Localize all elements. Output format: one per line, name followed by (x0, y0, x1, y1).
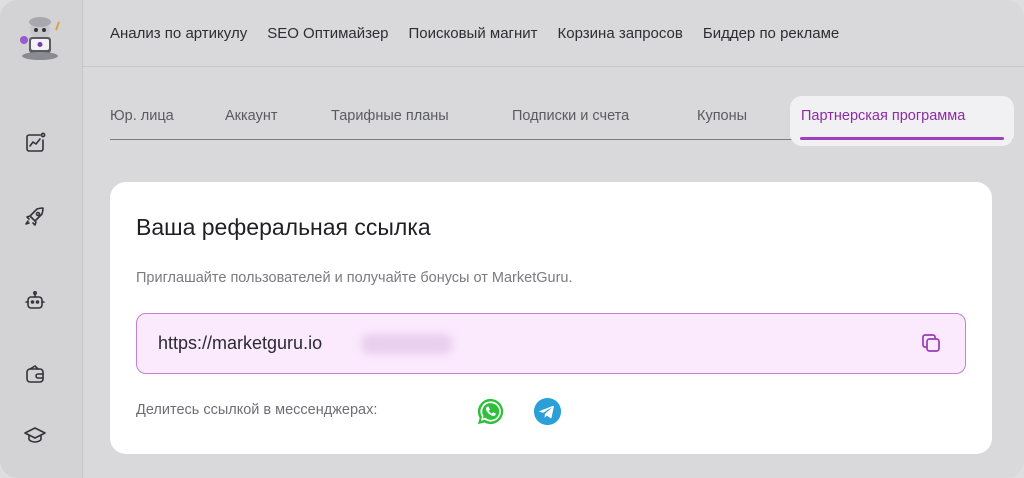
referral-link-text[interactable]: https://marketguru.io (158, 333, 322, 354)
top-navigation: Анализ по артикулу SEO Оптимайзер Поиско… (83, 0, 1024, 67)
nav-article-analysis[interactable]: Анализ по артикулу (110, 25, 247, 42)
wallet-icon[interactable] (22, 362, 48, 388)
tab-coupons[interactable]: Купоны (697, 108, 747, 124)
tab-partner-program[interactable]: Партнерская программа (801, 108, 965, 124)
tab-subscriptions[interactable]: Подписки и счета (512, 108, 629, 124)
active-tab-underline (800, 137, 1004, 140)
robot-icon[interactable] (22, 288, 48, 314)
account-tabs: Юр. лица Аккаунт Тарифные планы Подписки… (110, 96, 1014, 146)
share-label: Делитесь ссылкой в мессенджерах: (136, 402, 378, 418)
nav-ad-bidder[interactable]: Биддер по рекламе (703, 25, 839, 42)
sidebar (0, 0, 83, 478)
referral-description: Приглашайте пользователей и получайте бо… (136, 270, 573, 286)
tab-account[interactable]: Аккаунт (225, 108, 277, 124)
referral-link-field[interactable]: https://marketguru.io (136, 313, 966, 374)
whatsapp-icon[interactable] (475, 396, 506, 427)
referral-code-blurred (361, 334, 453, 354)
logo-avatar[interactable] (12, 8, 68, 64)
rocket-icon[interactable] (22, 204, 48, 230)
nav-seo-optimizer[interactable]: SEO Оптимайзер (267, 25, 388, 42)
tab-legal-entities[interactable]: Юр. лица (110, 108, 174, 124)
nav-query-basket[interactable]: Корзина запросов (558, 25, 683, 42)
analytics-icon[interactable] (22, 130, 48, 156)
app-frame: Анализ по артикулу SEO Оптимайзер Поиско… (0, 0, 1024, 478)
referral-card: Ваша реферальная ссылка Приглашайте поль… (110, 182, 992, 454)
nav-search-magnet[interactable]: Поисковый магнит (409, 25, 538, 42)
tab-tariff-plans[interactable]: Тарифные планы (331, 108, 449, 124)
graduation-cap-icon[interactable] (22, 422, 48, 448)
telegram-icon[interactable] (532, 396, 563, 427)
referral-title: Ваша реферальная ссылка (136, 214, 431, 240)
copy-icon[interactable] (919, 331, 943, 355)
